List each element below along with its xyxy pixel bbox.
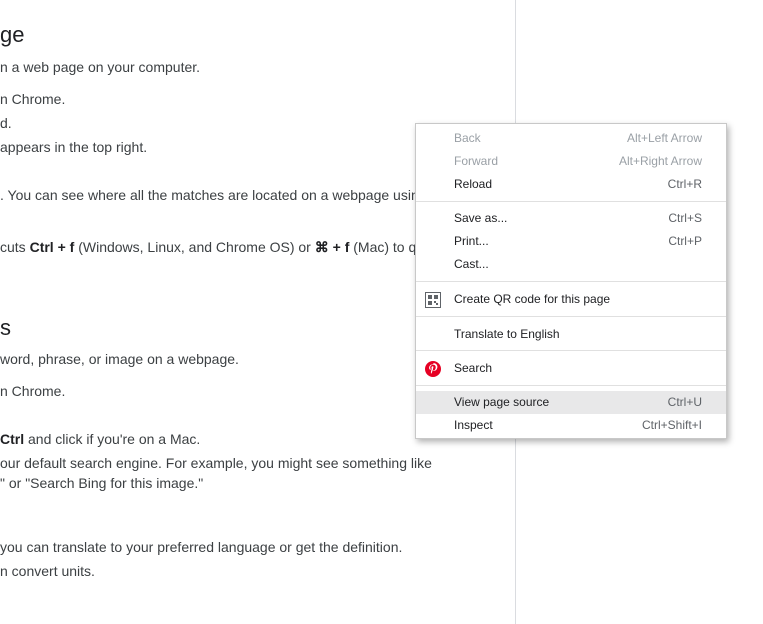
menu-item-inspect[interactable]: Inspect Ctrl+Shift+I xyxy=(416,414,726,437)
paragraph: word, phrase, or image on a webpage. xyxy=(0,351,239,367)
menu-item-shortcut: Alt+Left Arrow xyxy=(626,131,702,145)
menu-item-shortcut: Alt+Right Arrow xyxy=(618,154,702,168)
menu-item-cast[interactable]: Cast... xyxy=(416,253,726,276)
menu-item-shortcut: Ctrl+R xyxy=(667,177,702,191)
qr-code-icon xyxy=(425,292,441,308)
menu-item-print[interactable]: Print... Ctrl+P xyxy=(416,230,726,253)
paragraph: you can translate to your preferred lang… xyxy=(0,539,403,555)
text-fragment: and click if you're on a Mac. xyxy=(24,431,201,447)
menu-item-label: Cast... xyxy=(454,257,489,271)
menu-item-create-qr-code[interactable]: Create QR code for this page xyxy=(416,288,726,311)
menu-item-view-page-source[interactable]: View page source Ctrl+U xyxy=(416,391,726,414)
menu-item-label: Save as... xyxy=(454,211,508,225)
menu-separator xyxy=(416,350,726,351)
step-text: Ctrl and click if you're on a Mac. xyxy=(0,430,200,448)
key-combo: Ctrl + f xyxy=(29,239,75,255)
menu-separator xyxy=(416,281,726,282)
section-heading-find: ge xyxy=(0,22,25,47)
menu-item-label: Print... xyxy=(454,234,489,248)
menu-item-forward[interactable]: Forward Alt+Right Arrow xyxy=(416,150,726,173)
paragraph: . You can see where all the matches are … xyxy=(0,187,419,203)
step-text: n Chrome. xyxy=(0,91,66,107)
menu-item-save-as[interactable]: Save as... Ctrl+S xyxy=(416,207,726,230)
key-combo: ⌘ + f xyxy=(314,239,350,255)
menu-item-label: Search xyxy=(454,361,493,375)
menu-item-shortcut: Ctrl+U xyxy=(667,395,702,409)
paragraph: n a web page on your computer. xyxy=(0,59,201,75)
shortcut-paragraph: cuts Ctrl + f (Windows, Linux, and Chrom… xyxy=(0,238,424,256)
menu-separator xyxy=(416,201,726,202)
menu-item-shortcut: Ctrl+Shift+I xyxy=(641,418,702,432)
menu-item-label: Create QR code for this page xyxy=(454,292,611,306)
menu-item-back[interactable]: Back Alt+Left Arrow xyxy=(416,127,726,150)
section-heading-search: s xyxy=(0,315,11,340)
context-menu: Back Alt+Left Arrow Forward Alt+Right Ar… xyxy=(415,123,727,439)
step-text: n Chrome. xyxy=(0,383,66,399)
menu-item-translate[interactable]: Translate to English xyxy=(416,323,726,346)
text-fragment: (Mac) to qu xyxy=(349,239,425,255)
menu-item-label: Forward xyxy=(454,154,499,168)
step-text: d. xyxy=(0,115,12,131)
menu-item-label: Reload xyxy=(454,177,493,191)
menu-item-label: Back xyxy=(454,131,481,145)
text-fragment: cuts xyxy=(0,239,30,255)
menu-item-shortcut: Ctrl+P xyxy=(668,234,702,248)
menu-item-shortcut: Ctrl+S xyxy=(668,211,702,225)
pinterest-icon xyxy=(425,361,441,377)
step-text: appears in the top right. xyxy=(0,139,148,155)
text-fragment: (Windows, Linux, and Chrome OS) or xyxy=(74,239,315,255)
paragraph: " or "Search Bing for this image." xyxy=(0,475,204,491)
paragraph: our default search engine. For example, … xyxy=(0,455,432,471)
menu-separator xyxy=(416,385,726,386)
menu-item-label: Translate to English xyxy=(454,327,560,341)
key-combo: Ctrl xyxy=(0,431,25,447)
menu-item-label: View page source xyxy=(454,395,550,409)
menu-item-reload[interactable]: Reload Ctrl+R xyxy=(416,173,726,196)
menu-item-label: Inspect xyxy=(454,418,493,432)
menu-separator xyxy=(416,316,726,317)
menu-item-search-pinterest[interactable]: Search xyxy=(416,357,726,380)
paragraph: n convert units. xyxy=(0,563,95,579)
